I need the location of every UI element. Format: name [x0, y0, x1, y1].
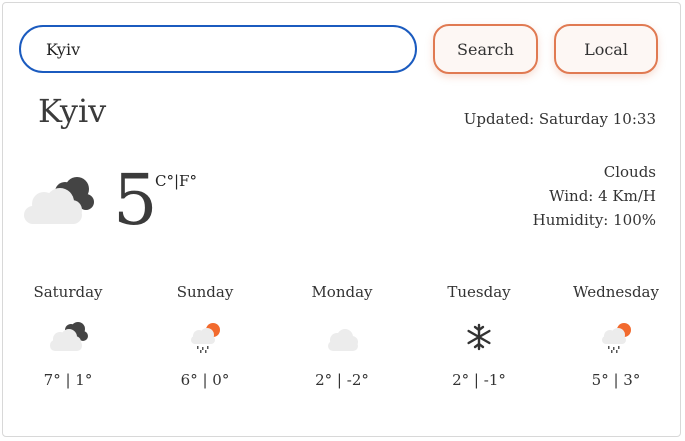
- forecast-day: Sunday 6° | 0°: [145, 280, 265, 389]
- forecast-temp: 2° | -2°: [315, 371, 369, 389]
- forecast-day-name: Tuesday: [447, 283, 511, 301]
- current-temperature: 5: [113, 159, 158, 241]
- forecast-day: Tuesday 2° | -1°: [419, 280, 539, 389]
- forecast-day: Monday 2° | -2°: [282, 280, 402, 389]
- forecast-temp: 5° | 3°: [591, 371, 641, 389]
- forecast-day: Wednesday 5° | 3°: [556, 280, 676, 389]
- forecast-temp: 2° | -1°: [452, 371, 506, 389]
- updated-time: Updated: Saturday 10:33: [463, 110, 656, 128]
- search-input[interactable]: [19, 25, 417, 73]
- forecast-day-name: Saturday: [33, 283, 103, 301]
- forecast-row: Saturday 7° | 1° Sunday 6° | 0° Monday 2…: [0, 280, 685, 410]
- forecast-day-name: Monday: [311, 283, 373, 301]
- cloud-icon: [328, 329, 358, 351]
- city-name: Kyiv: [38, 92, 107, 130]
- sun-rain-icon: [602, 323, 631, 353]
- cloudy-icon: [24, 177, 94, 224]
- forecast-day-name: Wednesday: [573, 283, 659, 301]
- search-button[interactable]: Search: [433, 24, 538, 74]
- condition-text: Clouds: [603, 163, 656, 181]
- forecast-temp: 6° | 0°: [180, 371, 230, 389]
- snowflake-icon: [467, 323, 491, 351]
- local-button[interactable]: Local: [554, 24, 658, 74]
- weather-details: Clouds Wind: 4 Km/H Humidity: 100%: [533, 160, 656, 232]
- forecast-temp: 7° | 1°: [43, 371, 93, 389]
- wind-text: Wind: 4 Km/H: [549, 187, 656, 205]
- forecast-day-name: Sunday: [176, 283, 234, 301]
- humidity-text: Humidity: 100%: [532, 211, 656, 229]
- unit-toggle[interactable]: C°|F°: [155, 172, 197, 190]
- forecast-day: Saturday 7° | 1°: [8, 280, 128, 389]
- cloudy-icon: [50, 322, 88, 351]
- sun-rain-icon: [191, 323, 220, 353]
